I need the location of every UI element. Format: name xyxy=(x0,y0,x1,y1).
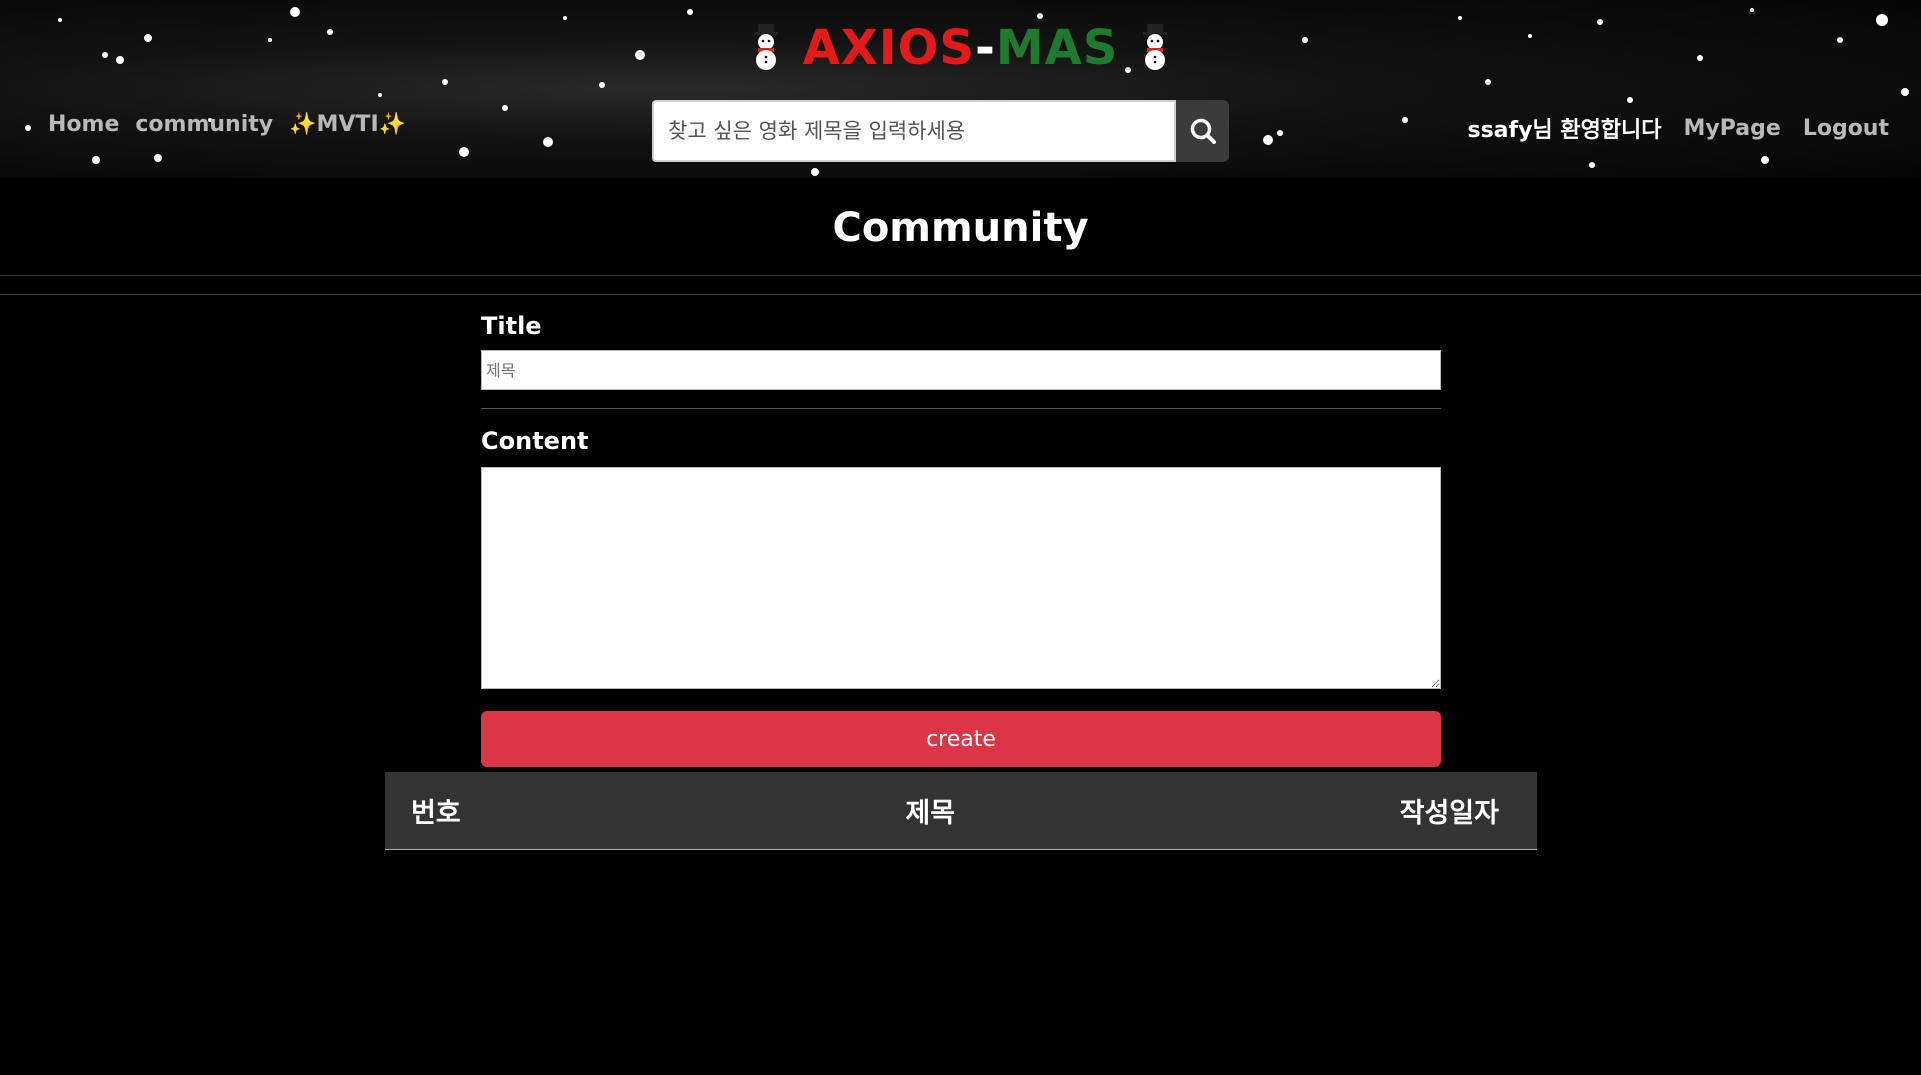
logo-text-mas: MAS xyxy=(995,20,1119,76)
main-nav: Home community ✨MVTI✨ xyxy=(48,112,406,137)
posts-table-header: 번호 제목 작성일자 xyxy=(385,772,1537,850)
column-header-number: 번호 xyxy=(411,798,461,829)
content-textarea[interactable] xyxy=(481,467,1441,689)
nav-community-link[interactable]: community xyxy=(135,112,273,137)
create-post-form: Title Content create xyxy=(481,312,1441,767)
content-label: Content xyxy=(481,427,589,455)
nav-mvti-label: MVTI xyxy=(316,112,379,137)
divider xyxy=(481,408,1441,409)
user-nav: ssafy님 환영합니다 MyPage Logout xyxy=(1467,112,1889,144)
search-button[interactable] xyxy=(1176,100,1229,162)
column-header-title: 제목 xyxy=(905,798,955,829)
title-label: Title xyxy=(481,312,542,340)
site-header: AXIOS-MAS Home community ✨MVTI✨ ssafy님 환… xyxy=(0,0,1921,178)
search-input[interactable] xyxy=(652,100,1176,162)
snowman-icon xyxy=(753,24,778,70)
logo-text-dash: - xyxy=(974,20,996,76)
logout-link[interactable]: Logout xyxy=(1803,116,1889,141)
create-button[interactable]: create xyxy=(481,711,1441,767)
nav-home-link[interactable]: Home xyxy=(48,112,119,137)
column-header-date: 작성일자 xyxy=(1399,798,1499,829)
page-title: Community xyxy=(832,205,1089,251)
site-logo[interactable]: AXIOS-MAS xyxy=(0,20,1921,76)
snowman-icon xyxy=(1143,24,1168,70)
welcome-text: ssafy님 환영합니다 xyxy=(1467,118,1662,143)
nav-mvti-link[interactable]: ✨MVTI✨ xyxy=(289,112,406,137)
divider xyxy=(0,275,1921,276)
sparkle-icon: ✨ xyxy=(289,112,317,137)
divider xyxy=(0,294,1921,295)
title-input[interactable] xyxy=(481,350,1441,390)
movie-search xyxy=(652,100,1229,162)
mypage-link[interactable]: MyPage xyxy=(1684,116,1781,141)
logo-text-axios: AXIOS xyxy=(802,20,975,76)
sparkle-icon: ✨ xyxy=(378,112,407,137)
search-icon xyxy=(1190,118,1216,144)
